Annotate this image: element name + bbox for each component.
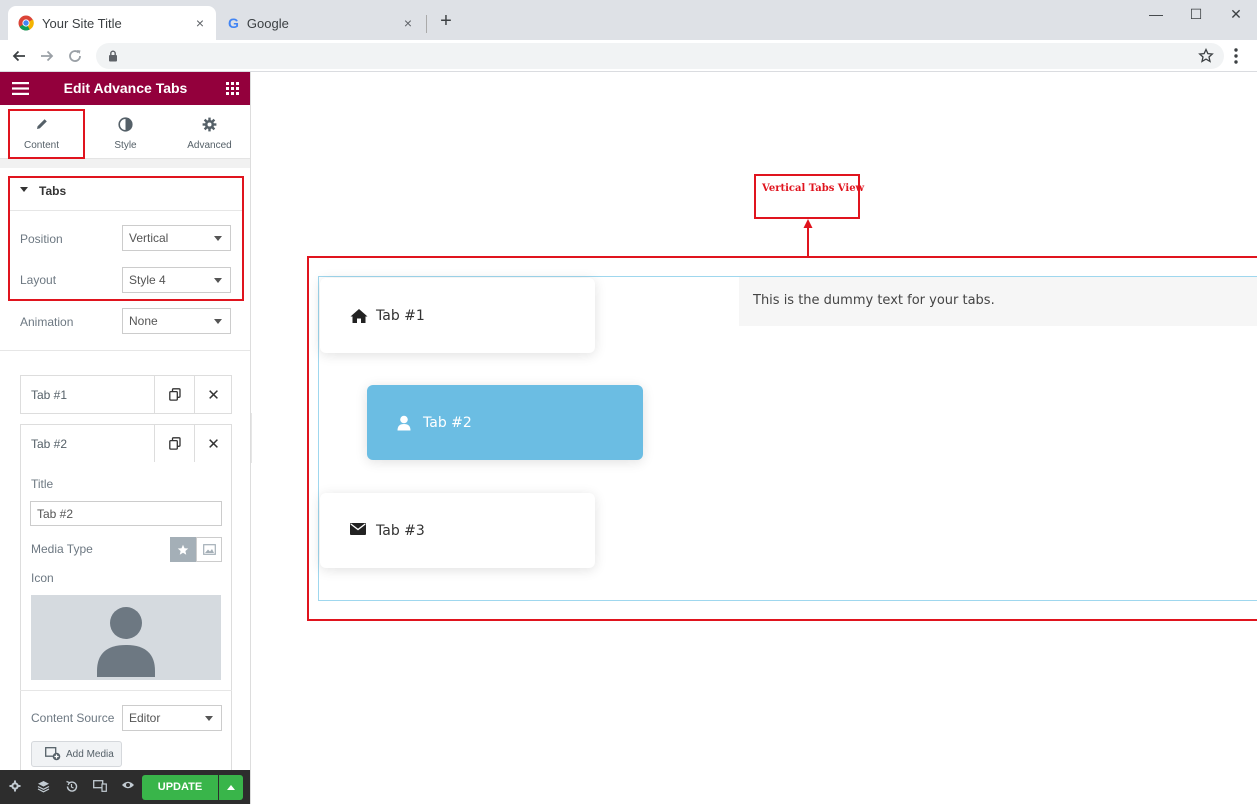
panel-footer: UPDATE [0, 770, 250, 804]
user-icon [397, 415, 413, 431]
eye-icon[interactable] [121, 780, 135, 794]
new-tab-button[interactable]: + [436, 11, 456, 31]
preview-canvas: Vertical Tabs View Tab #1 Tab #2 Tab #3 … [252, 72, 1257, 804]
close-icon[interactable]: ✕ [194, 376, 232, 413]
repeater-item-tab2[interactable]: Tab #2 ✕ [20, 424, 232, 463]
tab-advanced[interactable]: Advanced [168, 105, 250, 159]
browser-tab-site[interactable]: Your Site Title × [8, 6, 216, 40]
preview-tab-label: Tab #3 [376, 522, 425, 539]
update-options-button[interactable] [219, 775, 243, 800]
add-media-icon [45, 747, 61, 761]
image-icon [202, 544, 216, 555]
responsive-icon[interactable] [93, 780, 107, 794]
media-type-icon-option[interactable] [170, 537, 196, 562]
tab-style[interactable]: Style [84, 105, 167, 159]
caret-up-icon [227, 785, 235, 790]
panel-header: Edit Advance Tabs [0, 72, 250, 105]
animation-select[interactable]: None [122, 308, 231, 334]
annotation-arrow [802, 219, 814, 257]
widgets-grid-icon[interactable] [226, 82, 239, 95]
forward-arrow-icon[interactable] [38, 47, 56, 65]
annotation-text: Vertical Tabs View [762, 183, 865, 194]
close-icon[interactable]: ✕ [194, 425, 232, 462]
add-media-label: Add Media [66, 748, 114, 760]
address-bar[interactable] [96, 43, 1224, 69]
repeater-item-tab1[interactable]: Tab #1 ✕ [20, 375, 232, 414]
gear-icon [202, 117, 218, 133]
browser-tab-title: Google [246, 15, 289, 31]
preview-tab-3[interactable]: Tab #3 [320, 493, 595, 568]
preview-tab-label: Tab #1 [376, 307, 425, 324]
envelope-icon [350, 522, 366, 539]
preview-tab-1[interactable]: Tab #1 [320, 278, 595, 353]
settings-icon[interactable] [9, 780, 23, 794]
media-type-image-option[interactable] [196, 537, 222, 562]
maximize-button[interactable]: ☐ [1174, 0, 1218, 28]
title-input[interactable]: Tab #2 [30, 501, 222, 526]
minimize-button[interactable]: — [1134, 0, 1178, 28]
close-tab-icon[interactable]: × [192, 15, 208, 31]
update-button-label: UPDATE [157, 781, 203, 793]
reload-icon[interactable] [66, 47, 84, 65]
preview-tab-label: Tab #2 [423, 414, 472, 431]
back-arrow-icon[interactable] [10, 47, 28, 65]
chevron-down-icon [214, 319, 222, 324]
lock-icon [108, 50, 118, 62]
layers-icon[interactable] [37, 780, 51, 794]
half-circle-icon [118, 117, 134, 133]
content-tab-highlight [8, 109, 85, 159]
home-icon [350, 308, 368, 324]
title-label: Title [31, 477, 54, 491]
preview-tab-2[interactable]: Tab #2 [367, 385, 643, 460]
close-tab-icon[interactable]: × [400, 15, 416, 31]
repeater-item-title: Tab #2 [31, 437, 68, 451]
browser-tab-title: Your Site Title [42, 15, 122, 31]
browser-tab-google[interactable]: G Google × [220, 6, 424, 40]
duplicate-icon[interactable] [154, 376, 194, 413]
tab-style-label: Style [114, 140, 137, 151]
annotation-callout: Vertical Tabs View [754, 174, 864, 219]
browser-tab-strip: Your Site Title × G Google × + — ☐ ✕ [0, 0, 1257, 40]
chevron-down-icon [205, 716, 213, 721]
content-source-label: Content Source [31, 711, 115, 725]
update-button[interactable]: UPDATE [142, 775, 218, 800]
icon-label: Icon [31, 571, 54, 585]
content-source-select[interactable]: Editor [122, 705, 222, 731]
icon-preview[interactable] [31, 595, 221, 680]
repeater-item-title: Tab #1 [31, 388, 68, 402]
media-type-label: Media Type [31, 542, 93, 556]
google-favicon-icon: G [228, 15, 239, 31]
chrome-favicon-icon [18, 15, 34, 31]
tabs-section-highlight [8, 176, 244, 301]
bookmark-star-icon[interactable] [1198, 48, 1214, 64]
close-window-button[interactable]: ✕ [1214, 0, 1257, 28]
tab-divider [426, 15, 427, 33]
star-icon [177, 544, 189, 556]
editor-panel: Edit Advance Tabs Content Style Advanced [0, 72, 251, 804]
animation-label: Animation [20, 315, 74, 329]
tab-content-panel: This is the dummy text for your tabs. [739, 277, 1257, 326]
duplicate-icon[interactable] [154, 425, 194, 462]
add-media-button[interactable]: Add Media [31, 741, 122, 767]
user-icon [96, 601, 156, 680]
history-icon[interactable] [65, 780, 79, 794]
tab-content-text: This is the dummy text for your tabs. [753, 293, 995, 308]
editor-divider [20, 690, 232, 691]
content-source-select-value: Editor [129, 711, 161, 725]
title-input-value: Tab #2 [37, 507, 74, 521]
animation-select-value: None [129, 314, 158, 328]
panel-title: Edit Advance Tabs [63, 80, 188, 96]
kebab-menu-icon[interactable] [1234, 48, 1238, 64]
tab-advanced-label: Advanced [187, 140, 232, 151]
browser-toolbar [0, 40, 1257, 72]
